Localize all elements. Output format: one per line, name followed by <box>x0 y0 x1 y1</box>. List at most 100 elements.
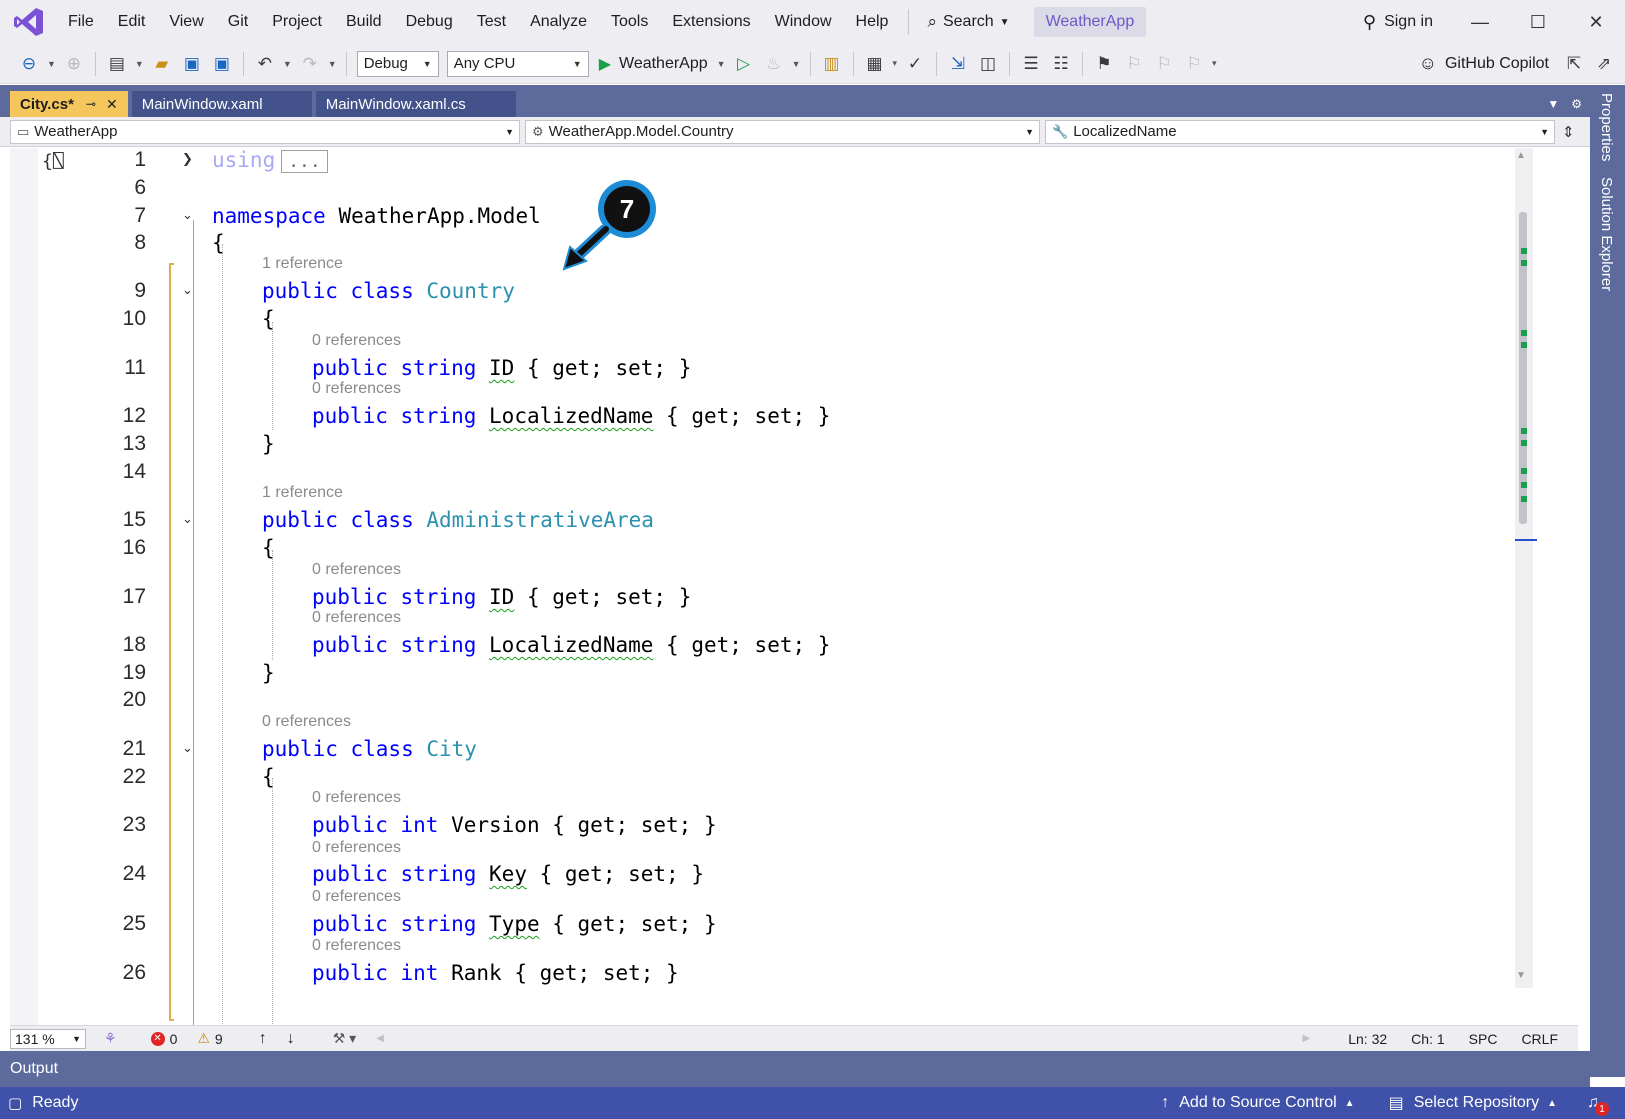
collapse-chevron-icon[interactable]: ⌄ <box>182 734 193 764</box>
chevron-down-icon[interactable]: ▾ <box>893 58 898 69</box>
code-line[interactable]: 22 { <box>10 762 1550 792</box>
github-copilot-button[interactable]: ☺ GitHub Copilot ⇱ ⇗ <box>1419 49 1625 79</box>
next-bookmark-icon[interactable]: ⚐ <box>1151 49 1177 79</box>
code-line[interactable]: 19 } <box>10 658 1550 688</box>
warning-count[interactable]: ⚠ 9 <box>197 1030 222 1047</box>
chevron-down-icon[interactable]: ▾ <box>1212 58 1217 69</box>
platform-select[interactable]: Any CPU ▼ <box>446 50 589 77</box>
add-to-source-control-button[interactable]: ↑ Add to Source Control ▲ <box>1161 1094 1354 1112</box>
visual-studio-logo-icon[interactable] <box>12 5 46 39</box>
code-line[interactable]: 24 public string Key { get; set; } <box>10 859 1550 889</box>
menu-extensions[interactable]: Extensions <box>660 0 762 44</box>
scroll-right-icon[interactable]: ▶ <box>1303 1033 1311 1044</box>
line-ending-indicator[interactable]: CRLF <box>1521 1031 1558 1047</box>
code-line[interactable]: 1 ❯ using... <box>10 148 1550 175</box>
search-button[interactable]: ⌕ Search ▼ <box>917 0 1019 44</box>
previous-bookmark-icon[interactable]: ⚐ <box>1121 49 1147 79</box>
code-line[interactable]: 6 <box>10 173 1550 203</box>
error-count[interactable]: ✕ 0 <box>150 1031 177 1047</box>
code-line[interactable]: 11 public string ID { get; set; } <box>10 353 1550 383</box>
scroll-left-icon[interactable]: ◀ <box>376 1033 384 1044</box>
whitespace-indicator[interactable]: SPC <box>1469 1031 1498 1047</box>
member-select[interactable]: 🔧 LocalizedName ▼ <box>1045 119 1555 144</box>
codelens-references[interactable]: 0 references <box>312 380 401 398</box>
solution-folder-icon[interactable]: ▥ <box>819 49 845 79</box>
chevron-down-icon[interactable]: ▼ <box>135 59 144 69</box>
code-line[interactable]: 8 { <box>10 228 1550 258</box>
select-repository-button[interactable]: ▤ Select Repository ▲ <box>1389 1093 1557 1113</box>
redo-icon[interactable]: ↷ <box>297 49 323 79</box>
solution-explorer-tab[interactable]: Solution Explorer <box>1598 177 1615 291</box>
collapse-chevron-icon[interactable]: ⌄ <box>182 276 193 306</box>
menu-help[interactable]: Help <box>844 0 901 44</box>
collapse-chevron-icon[interactable]: ⌄ <box>182 505 193 535</box>
menu-build[interactable]: Build <box>334 0 394 44</box>
codelens-references[interactable]: 0 references <box>312 839 401 857</box>
open-folder-icon[interactable]: ▰ <box>149 49 175 79</box>
code-line[interactable]: 9 ⌄ public class Country <box>10 276 1550 306</box>
menu-project[interactable]: Project <box>260 0 334 44</box>
chevron-down-icon[interactable]: ▼ <box>328 59 337 69</box>
scrollbar-thumb[interactable] <box>1519 212 1527 524</box>
menu-view[interactable]: View <box>157 0 215 44</box>
clear-bookmarks-icon[interactable]: ⚐ <box>1181 49 1207 79</box>
expand-chevron-icon[interactable]: ❯ <box>182 148 193 175</box>
close-icon[interactable]: ✕ <box>106 96 118 113</box>
code-line[interactable]: 7 ⌄ namespace WeatherApp.Model <box>10 201 1550 231</box>
chevron-down-icon[interactable]: ▼ <box>792 59 801 69</box>
code-editor[interactable]: {⍂ 1 ❯ using... 6 7 ⌄ namespace WeatherA… <box>10 148 1578 1028</box>
output-panel-tab[interactable]: Output <box>0 1051 1590 1087</box>
pin-icon[interactable]: ⊸ <box>86 97 96 111</box>
navigate-forward-icon[interactable]: ⊕ <box>61 49 87 79</box>
tab-mainwindow-xaml-cs[interactable]: MainWindow.xaml.cs <box>315 91 516 117</box>
code-line[interactable]: 23 public int Version { get; set; } <box>10 810 1550 840</box>
uncomment-lines-icon[interactable]: ☷ <box>1048 49 1074 79</box>
column-indicator[interactable]: Ch: 1 <box>1411 1031 1444 1047</box>
menu-edit[interactable]: Edit <box>106 0 158 44</box>
tab-list-icon[interactable]: ▼ <box>1547 97 1559 111</box>
menu-file[interactable]: File <box>56 0 106 44</box>
code-line[interactable]: 15 ⌄ public class AdministrativeArea <box>10 505 1550 535</box>
codelens-references[interactable]: 1 reference <box>262 484 343 502</box>
tab-mainwindow-xaml[interactable]: MainWindow.xaml <box>131 91 312 117</box>
code-line[interactable]: 25 public string Type { get; set; } <box>10 909 1550 939</box>
sign-in-button[interactable]: ⚲ Sign in <box>1351 12 1451 33</box>
undo-icon[interactable]: ↶ <box>252 49 278 79</box>
menu-analyze[interactable]: Analyze <box>518 0 599 44</box>
code-line[interactable]: 16 { <box>10 533 1550 563</box>
menu-tools[interactable]: Tools <box>599 0 660 44</box>
codelens-references[interactable]: 0 references <box>312 789 401 807</box>
properties-tab[interactable]: Properties <box>1598 93 1615 161</box>
codelens-references[interactable]: 0 references <box>312 561 401 579</box>
code-line[interactable]: 13 } <box>10 429 1550 459</box>
menu-window[interactable]: Window <box>763 0 844 44</box>
chevron-down-icon[interactable]: ▼ <box>47 59 56 69</box>
code-line[interactable]: 20 <box>10 685 1550 715</box>
codelens-references[interactable]: 0 references <box>312 332 401 350</box>
spell-check-icon[interactable]: ✓ <box>902 49 928 79</box>
previous-issue-icon[interactable]: ↑ <box>259 1030 267 1048</box>
codelens-references[interactable]: 0 references <box>312 937 401 955</box>
codelens-references[interactable]: 1 reference <box>262 255 343 273</box>
code-line[interactable]: 26 public int Rank { get; set; } <box>10 958 1550 988</box>
scroll-up-icon[interactable]: ▲ <box>1516 150 1526 161</box>
close-window-button[interactable]: ✕ <box>1567 0 1625 44</box>
settings-icon[interactable]: ⚙ <box>1571 97 1582 111</box>
maximize-button[interactable]: ☐ <box>1509 0 1567 44</box>
share-icon[interactable]: ⇱ <box>1561 49 1587 79</box>
tab-city-cs[interactable]: City.cs* ⊸ ✕ <box>10 91 128 117</box>
configuration-select[interactable]: Debug ▼ <box>356 50 439 77</box>
hot-reload-icon[interactable]: ♨ <box>761 49 787 79</box>
bookmark-icon[interactable]: ⚑ <box>1091 49 1117 79</box>
split-window-icon[interactable]: ⇕ <box>1562 123 1575 141</box>
navigate-back-icon[interactable]: ⊖ <box>16 49 42 79</box>
toggle-breakpoint-icon[interactable]: ◫ <box>975 49 1001 79</box>
save-icon[interactable]: ▣ <box>179 49 205 79</box>
code-line[interactable]: 17 public string ID { get; set; } <box>10 582 1550 612</box>
code-line[interactable]: 14 <box>10 457 1550 487</box>
minimize-button[interactable]: — <box>1451 0 1509 44</box>
code-cleanup-icon[interactable]: ⚒ ▾ <box>333 1030 356 1047</box>
codelens-references[interactable]: 0 references <box>312 888 401 906</box>
menu-git[interactable]: Git <box>216 0 260 44</box>
new-project-icon[interactable]: ▤ <box>104 49 130 79</box>
